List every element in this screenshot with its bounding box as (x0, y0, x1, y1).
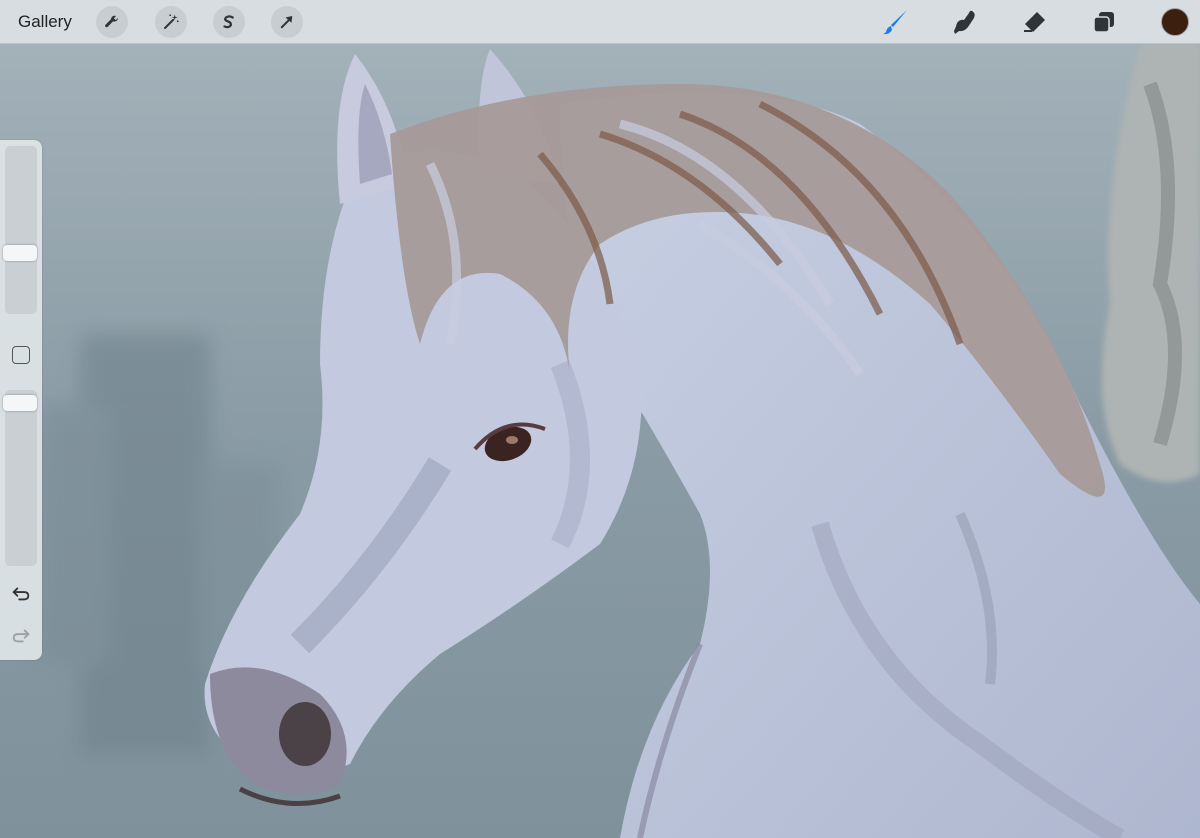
layers-button[interactable] (1088, 6, 1120, 38)
magic-wand-icon (164, 14, 179, 29)
gallery-button[interactable]: Gallery (18, 0, 72, 44)
undo-icon (12, 587, 30, 601)
brush-size-slider-thumb[interactable] (3, 245, 37, 261)
layers-icon (1093, 12, 1114, 33)
smudge-finger-icon (954, 10, 975, 34)
transform-button[interactable] (271, 6, 303, 38)
square-modify-icon[interactable] (12, 346, 30, 364)
redo-button[interactable] (10, 624, 32, 646)
color-swatch-button[interactable] (1161, 8, 1189, 36)
sidebar (0, 140, 42, 660)
eraser-icon (1024, 12, 1045, 32)
selection-button[interactable] (213, 6, 245, 38)
adjustments-button[interactable] (155, 6, 187, 38)
opacity-slider[interactable] (3, 390, 37, 566)
eraser-button[interactable] (1018, 6, 1050, 38)
smudge-button[interactable] (949, 6, 981, 38)
wrench-icon (105, 15, 118, 28)
undo-button[interactable] (10, 582, 32, 604)
brush-button[interactable] (880, 6, 912, 38)
brush-size-slider[interactable] (3, 146, 37, 314)
top-toolbar: Gallery (0, 0, 1200, 44)
drawing-canvas[interactable] (0, 44, 1200, 838)
redo-icon (12, 629, 30, 643)
actions-button[interactable] (96, 6, 128, 38)
arrow-cursor-icon (280, 16, 293, 29)
opacity-slider-thumb[interactable] (3, 395, 37, 411)
brush-icon (883, 10, 907, 35)
selection-s-icon (223, 15, 234, 29)
